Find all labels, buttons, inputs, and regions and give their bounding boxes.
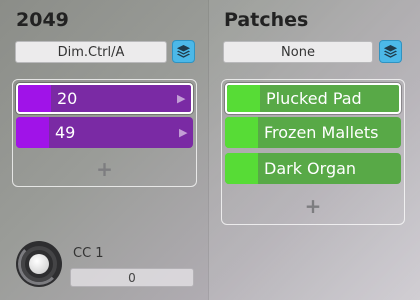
layers-icon xyxy=(383,44,398,58)
layers-button[interactable] xyxy=(172,40,195,63)
add-item-button[interactable]: + xyxy=(13,157,196,181)
list-item[interactable]: Dark Organ xyxy=(225,153,401,184)
right-panel: Patches None Plucked Pad Frozen Mallets … xyxy=(208,0,420,300)
chevron-right-icon: ▶ xyxy=(179,126,188,139)
color-swatch xyxy=(227,85,260,112)
list-item[interactable]: Frozen Mallets xyxy=(225,117,401,148)
add-item-button[interactable]: + xyxy=(222,194,404,218)
list-item-label: 49 xyxy=(55,123,76,142)
list-item[interactable]: 49 ▶ xyxy=(16,117,193,148)
knob-cap xyxy=(29,254,49,274)
layers-button[interactable] xyxy=(379,40,402,63)
cc-value-field[interactable]: 0 xyxy=(70,268,194,287)
cc-label: CC 1 xyxy=(73,246,104,261)
cc-knob[interactable] xyxy=(16,241,62,287)
list-item-label: Dark Organ xyxy=(264,159,357,178)
list-item[interactable]: Plucked Pad xyxy=(225,83,401,114)
patch-list: Plucked Pad Frozen Mallets Dark Organ + xyxy=(221,79,405,225)
panel-title: 2049 xyxy=(16,9,69,31)
list-item[interactable]: 20 ▶ xyxy=(16,83,193,114)
list-item-label: 20 xyxy=(57,89,78,108)
patch-dropdown[interactable]: None xyxy=(223,41,373,63)
panel-title: Patches xyxy=(224,9,309,31)
color-swatch xyxy=(16,117,49,148)
color-swatch xyxy=(225,117,258,148)
list-item-label: Plucked Pad xyxy=(266,89,362,108)
chevron-right-icon: ▶ xyxy=(177,92,186,105)
controller-dropdown[interactable]: Dim.Ctrl/A xyxy=(15,41,167,63)
color-swatch xyxy=(18,85,51,112)
value-list: 20 ▶ 49 ▶ + xyxy=(12,79,197,187)
layers-icon xyxy=(176,44,191,58)
left-panel: 2049 Dim.Ctrl/A 20 ▶ 49 ▶ + CC 1 0 xyxy=(0,0,208,300)
list-item-label: Frozen Mallets xyxy=(264,123,379,142)
color-swatch xyxy=(225,153,258,184)
